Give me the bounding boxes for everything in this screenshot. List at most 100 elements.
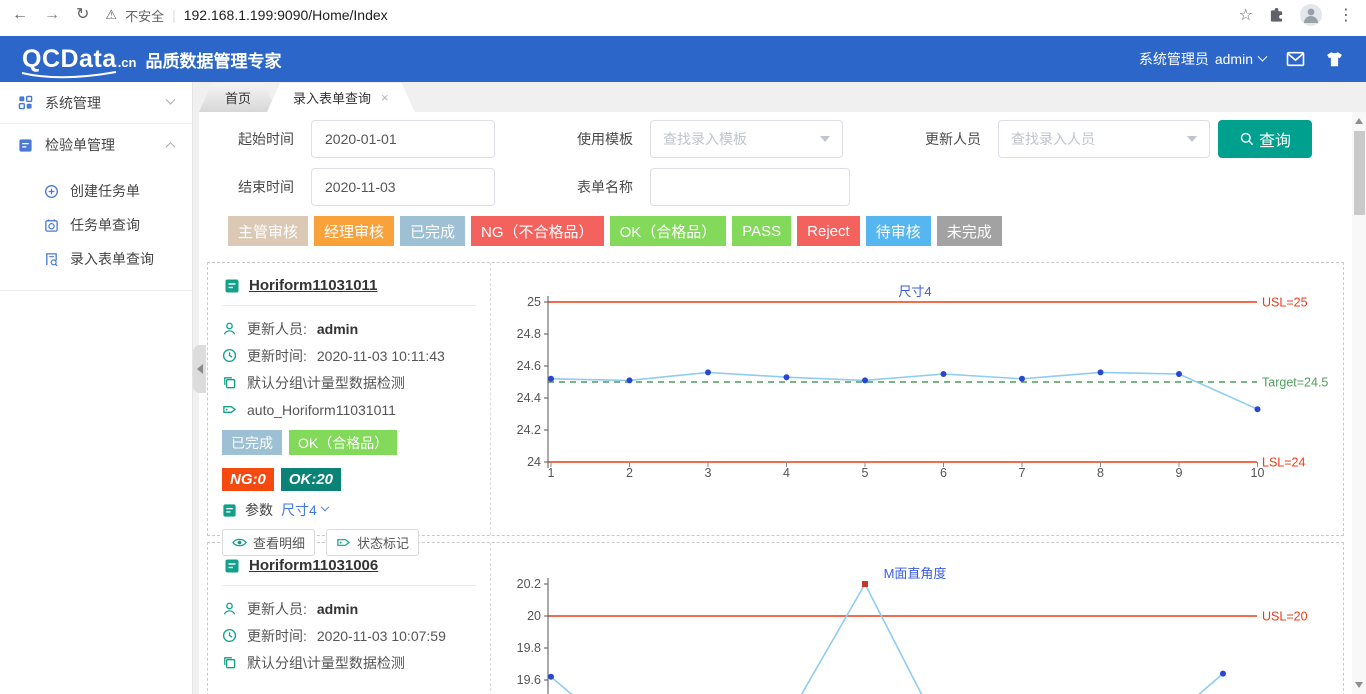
scroll-up-icon[interactable] [1355,118,1363,124]
tag-line: auto_Horiform11031011 [222,396,476,423]
search-button[interactable]: 查询 [1218,120,1312,158]
sidebar-item-label: 创建任务单 [70,181,140,201]
sidebar-item-label: 任务单查询 [70,215,140,235]
group-line: 默认分组\计量型数据检测 [222,369,476,396]
svg-text:20: 20 [527,609,541,623]
legend-badge-completed[interactable]: 已完成 [400,216,465,246]
content-scrollbar[interactable] [1352,112,1366,694]
browser-menu-icon[interactable]: ⋮ [1338,5,1354,25]
form-title-link[interactable]: Horiform11031006 [249,557,378,574]
browser-profile-avatar[interactable] [1300,4,1322,26]
svg-text:10: 10 [1251,466,1265,480]
sidebar-group-inspection[interactable]: 检验单管理 [0,124,192,166]
ok-count-badge: OK:20 [281,468,341,491]
sidebar-group-label: 系统管理 [45,93,101,113]
form-name-input[interactable] [650,168,850,206]
mail-icon[interactable] [1286,51,1305,67]
sidebar-item-task-query[interactable]: 任务单查询 [0,208,192,242]
group-value: 默认分组\计量型数据检测 [247,373,405,393]
svg-text:19.8: 19.8 [517,641,541,655]
collapse-left-icon [197,364,203,374]
svg-text:24.4: 24.4 [517,391,541,405]
plus-circle-icon [44,184,59,199]
browser-actions: ☆ ⋮ [1239,4,1354,26]
tab-close-icon[interactable]: × [381,90,389,105]
tab-form-query[interactable]: 录入表单查询 × [267,83,415,112]
time-value: 2020-11-03 10:07:59 [317,628,446,644]
search-icon [1239,131,1255,147]
form-search-icon [44,252,59,267]
user-name: admin [1215,51,1253,67]
person-icon [222,321,237,336]
tab-home[interactable]: 首页 [199,83,277,112]
browser-toolbar: ← → ↻ ⚠ 不安全 | 192.168.1.199:9090/Home/In… [0,0,1366,30]
sidebar-group-system[interactable]: 系统管理 [0,82,192,124]
scrollbar-thumb[interactable] [1354,131,1365,215]
copy-icon [222,375,237,390]
start-date-input[interactable] [311,120,495,158]
filter-row-1: 起始时间 使用模板 查找录入模板 更新人员 查找录入人员 [199,120,1352,158]
updater-value: admin [317,601,358,617]
card-chart-area: USL=25Target=24.5LSL=242524.824.624.424.… [491,263,1343,535]
clock-icon [222,348,237,363]
svg-text:8: 8 [1097,466,1104,480]
sidebar-item-label: 录入表单查询 [70,249,154,269]
browser-reload-icon[interactable]: ↻ [76,7,89,23]
legend-badge-reject[interactable]: Reject [797,216,860,246]
time-line: 更新时间: 2020-11-03 10:11:43 [222,342,476,369]
svg-text:USL=20: USL=20 [1262,610,1308,624]
template-select[interactable]: 查找录入模板 [650,120,843,158]
ng-count-badge: NG:0 [222,468,274,491]
document-icon [18,138,33,153]
sidebar-collapse-handle[interactable] [193,345,206,393]
chevron-down-icon [166,95,176,105]
sidebar-item-create-task[interactable]: 创建任务单 [0,174,192,208]
avatar-person-icon [1300,4,1322,26]
param-select-link[interactable]: 尺寸4 [281,500,328,520]
user-menu[interactable]: 系统管理员 admin [1139,49,1266,69]
browser-back-icon[interactable]: ← [12,7,28,23]
svg-text:1: 1 [548,466,555,480]
browser-forward-icon[interactable]: → [44,7,60,23]
brand-suffix: .cn [118,55,137,70]
legend-badge-ng[interactable]: NG（不合格品） [471,216,604,246]
legend-badge-pending[interactable]: 待审核 [866,216,931,246]
scroll-down-icon[interactable] [1355,682,1363,688]
status-badge: 已完成 [222,430,282,455]
tab-label: 首页 [225,88,251,107]
theme-shirt-icon[interactable] [1325,51,1344,68]
end-date-input[interactable] [311,168,495,206]
param-label: 参数 [245,500,273,520]
bookmark-star-icon[interactable]: ☆ [1239,5,1253,25]
chevron-up-icon [166,141,176,151]
result-card-1: Horiform11031011 更新人员: admin [207,262,1344,536]
form-title-link[interactable]: Horiform11031011 [249,277,377,294]
template-placeholder: 查找录入模板 [663,129,747,149]
end-date-label: 结束时间 [199,177,311,197]
card-info: Horiform11031006 更新人员: admin [208,543,491,694]
extensions-puzzle-icon[interactable] [1269,8,1284,23]
sidebar: 系统管理 检验单管理 创建任务单 [0,82,193,694]
updater-label: 更新人员: [247,319,307,339]
grid-icon [18,95,33,110]
address-bar[interactable]: ⚠ 不安全 | 192.168.1.199:9090/Home/Index [105,6,387,25]
sidebar-item-form-query[interactable]: 录入表单查询 [0,242,192,276]
clock-icon [222,628,237,643]
brand-logo: QCData .cn 品质数据管理专家 [22,45,281,74]
legend-badge-pass[interactable]: PASS [732,216,791,246]
filter-row-2: 结束时间 表单名称 [199,168,1352,206]
legend-badge-unfinished[interactable]: 未完成 [937,216,1002,246]
legend-badge-ok[interactable]: OK（合格品） [610,216,727,246]
url-text[interactable]: 192.168.1.199:9090/Home/Index [184,7,388,23]
updater-label: 更新人员: [247,599,307,619]
updater-label: 更新人员 [886,129,998,149]
legend-badge-manager[interactable]: 经理审核 [314,216,394,246]
updater-select[interactable]: 查找录入人员 [998,120,1210,158]
svg-text:25: 25 [527,295,541,309]
svg-text:尺寸4: 尺寸4 [898,284,931,299]
legend-badge-supervisor[interactable]: 主管审核 [228,216,308,246]
logo-swoosh [20,71,120,80]
select-caret-icon [820,136,830,142]
search-button-label: 查询 [1259,127,1291,151]
updater-value: admin [317,321,358,337]
